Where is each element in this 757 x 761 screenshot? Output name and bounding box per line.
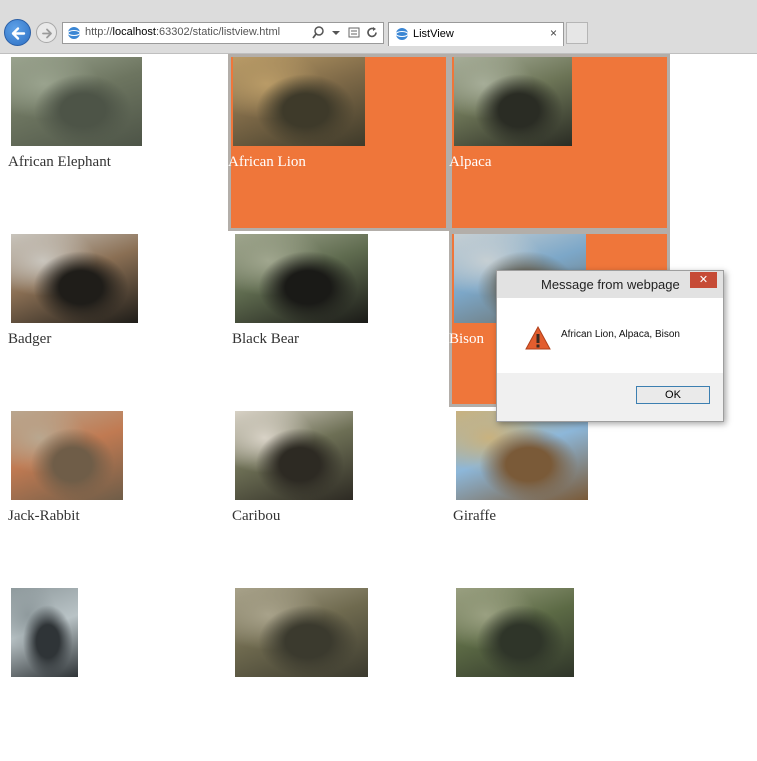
tab-title: ListView: [413, 28, 454, 40]
animal-name: Bison: [449, 331, 485, 347]
list-item[interactable]: Caribou: [228, 408, 449, 584]
animal-name: Caribou: [232, 508, 281, 524]
animal-photo: [11, 234, 138, 323]
alert-dialog: Message from webpage ✕ African Lion, Alp…: [496, 270, 724, 422]
back-button[interactable]: [4, 19, 31, 46]
address-url: http://localhost:63302/static/listview.h…: [85, 26, 281, 38]
dialog-title: Message from webpage: [541, 277, 680, 292]
animal-name: Black Bear: [232, 331, 300, 347]
animal-name: Badger: [8, 331, 52, 347]
ok-button[interactable]: OK: [636, 386, 710, 404]
list-item[interactable]: Jack-Rabbit: [4, 408, 225, 584]
animal-name: Alpaca: [449, 154, 492, 170]
list-item[interactable]: Giraffe: [449, 408, 670, 584]
animal-photo: [454, 57, 572, 146]
animal-name: Giraffe: [453, 508, 497, 524]
list-item[interactable]: [228, 585, 449, 761]
animal-photo: [235, 411, 353, 500]
dropdown-arrow-icon[interactable]: [329, 25, 343, 40]
compatibility-view-icon[interactable]: [347, 25, 361, 40]
list-item[interactable]: Badger: [4, 231, 225, 407]
animal-photo: [456, 411, 588, 500]
list-item[interactable]: [449, 585, 670, 761]
animal-photo: [456, 588, 574, 677]
animal-photo: [235, 588, 368, 677]
address-bar[interactable]: http://localhost:63302/static/listview.h…: [62, 22, 384, 44]
dialog-close-button[interactable]: ✕: [690, 272, 717, 288]
dialog-message: African Lion, Alpaca, Bison: [561, 329, 680, 340]
browser-toolbar: http://localhost:63302/static/listview.h…: [0, 0, 757, 54]
warning-icon: [525, 326, 551, 350]
animal-photo: [11, 411, 123, 500]
animal-photo: [235, 234, 368, 323]
dialog-titlebar: Message from webpage ✕: [497, 271, 723, 298]
forward-arrow-icon: [42, 28, 52, 39]
new-tab-button[interactable]: [566, 22, 588, 44]
animal-photo: [11, 588, 78, 677]
list-item[interactable]: African Lion: [228, 54, 449, 231]
list-item[interactable]: Alpaca: [449, 54, 670, 231]
back-arrow-icon: [11, 27, 26, 40]
list-item[interactable]: Black Bear: [228, 231, 449, 407]
list-item[interactable]: [4, 585, 225, 761]
tab-listview[interactable]: ListView ×: [388, 22, 564, 46]
list-item[interactable]: African Elephant: [4, 54, 225, 230]
search-icon[interactable]: [311, 25, 325, 40]
tab-close-icon[interactable]: ×: [550, 26, 557, 40]
animal-name: Jack-Rabbit: [8, 508, 80, 524]
animal-photo: [11, 57, 142, 146]
ie-page-icon: [395, 28, 409, 40]
animal-name: African Lion: [228, 154, 306, 170]
animal-photo: [233, 57, 365, 146]
ie-page-icon: [67, 27, 81, 39]
refresh-icon[interactable]: [365, 25, 379, 40]
animal-name: African Elephant: [8, 154, 111, 170]
forward-button[interactable]: [36, 22, 57, 43]
